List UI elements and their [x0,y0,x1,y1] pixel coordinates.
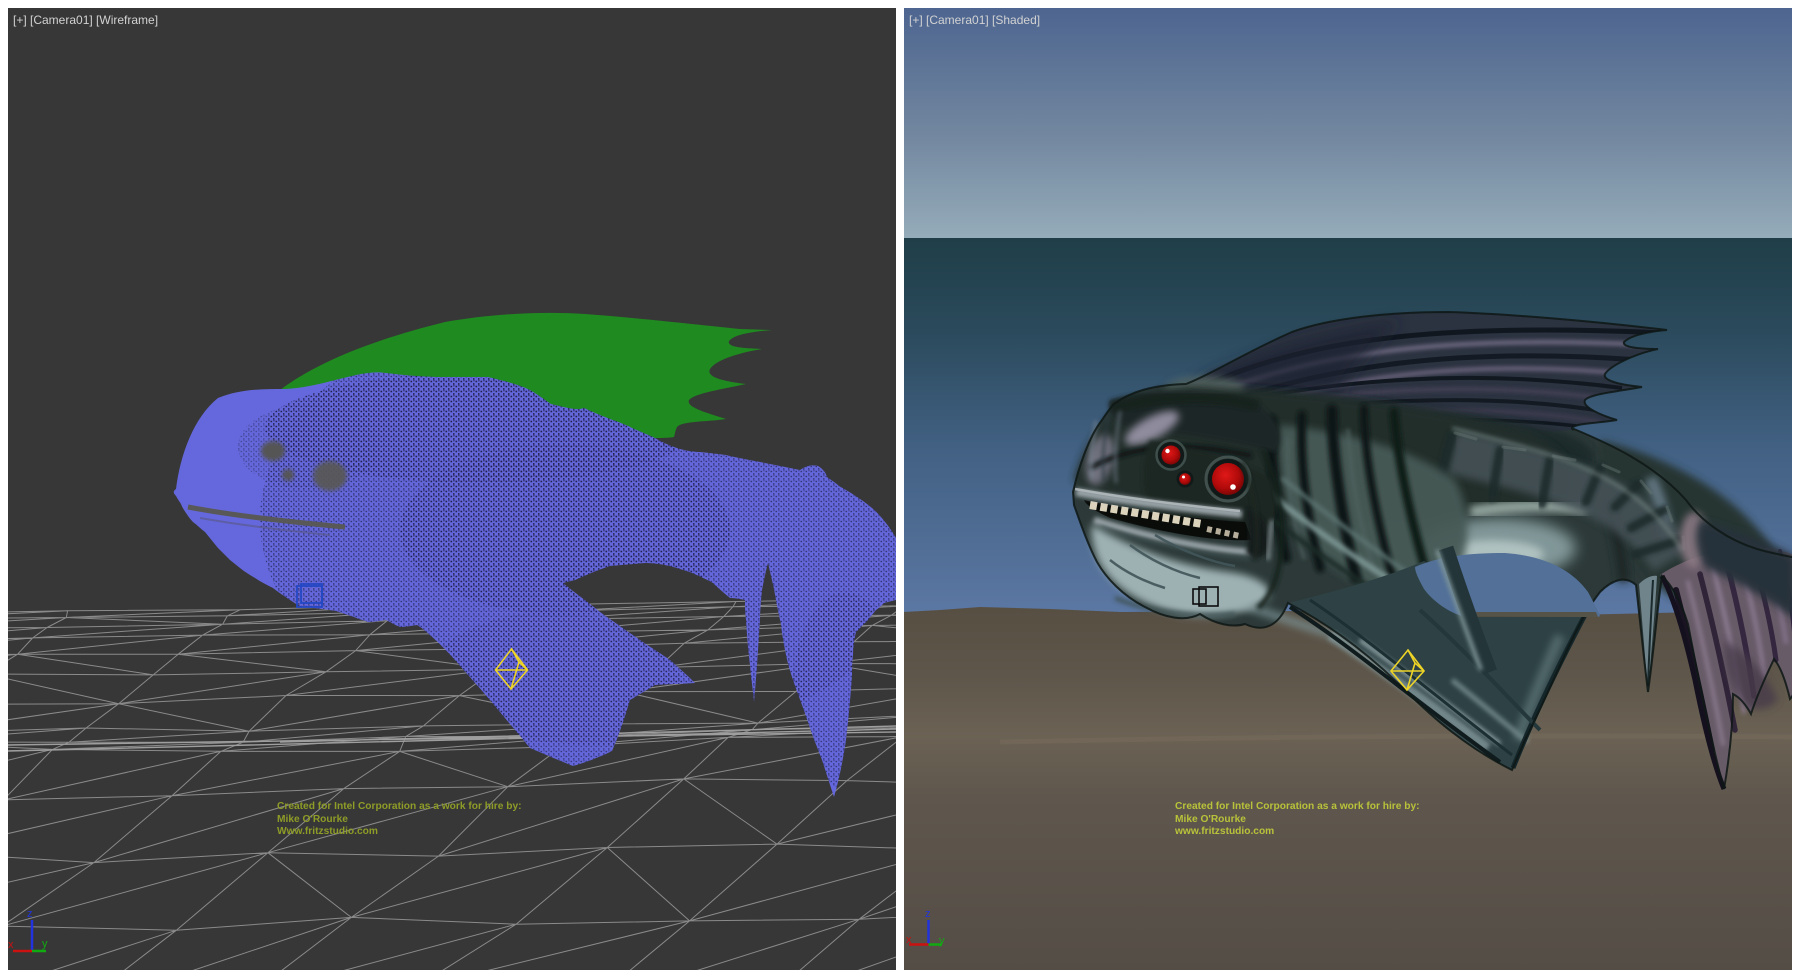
svg-text:www.fritzstudio.com: www.fritzstudio.com [1174,826,1274,837]
svg-text:[+] [Camera01] [Shaded]: [+] [Camera01] [Shaded] [909,13,1040,27]
svg-text:Mike O'Rourke: Mike O'Rourke [1175,814,1246,825]
svg-text:Mike O'Rourke: Mike O'Rourke [277,814,348,825]
svg-text:Created for Intel Corporation: Created for Intel Corporation as a work … [1175,801,1420,812]
svg-text:y: y [939,935,945,947]
svg-text:z: z [925,908,931,920]
svg-text:x: x [8,939,14,951]
svg-text:x: x [906,934,912,946]
svg-text:[+] [Camera01] [Wireframe]: [+] [Camera01] [Wireframe] [13,13,158,27]
svg-text:Created for Intel Corporation: Created for Intel Corporation as a work … [277,801,522,812]
svg-text:Www.fritzstudio.com: Www.fritzstudio.com [277,826,378,837]
svg-text:y: y [42,938,48,950]
svg-text:z: z [27,908,33,920]
